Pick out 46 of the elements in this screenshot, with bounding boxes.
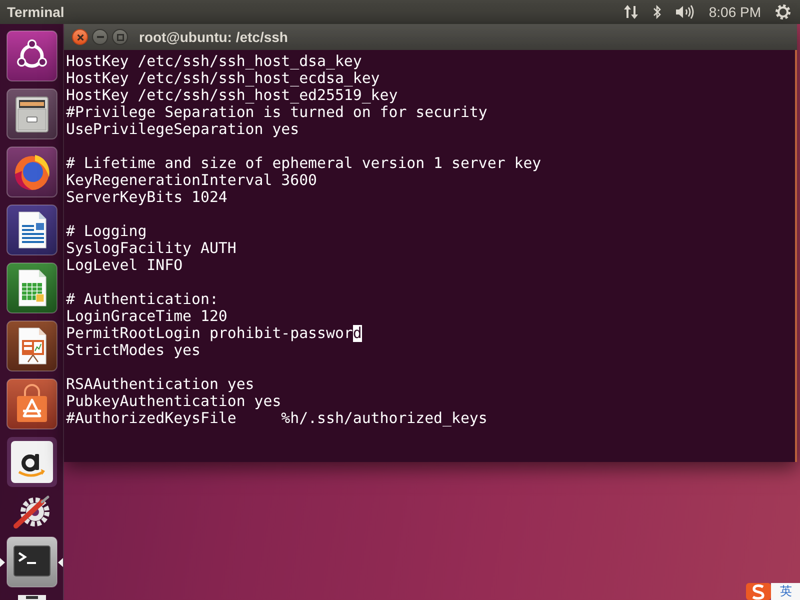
terminal-line: #AuthorizedKeysFile %h/.ssh/authorized_keys <box>66 410 488 427</box>
terminal-line: PermitRootLogin prohibit-password <box>66 325 362 342</box>
terminal-icon <box>6 536 58 588</box>
terminal-line: LoginGraceTime 120 <box>66 308 228 325</box>
input-mode-label[interactable]: 英 <box>771 583 800 600</box>
focus-arrow-icon <box>0 558 5 566</box>
file-cabinet-icon <box>6 88 58 140</box>
window-title: root@ubuntu: /etc/ssh <box>139 29 288 45</box>
terminal-line: PubkeyAuthentication yes <box>66 393 282 410</box>
terminal-line: # Logging <box>66 223 147 240</box>
bluetooth-icon[interactable] <box>652 4 661 20</box>
terminal-line: HostKey /etc/ssh/ssh_host_ed25519_key <box>66 87 398 104</box>
maximize-button[interactable] <box>112 29 128 45</box>
volume-icon[interactable] <box>674 4 695 20</box>
spreadsheet-icon <box>6 262 58 314</box>
terminal-line: SyslogFacility AUTH <box>66 240 236 257</box>
minimize-icon <box>96 36 104 38</box>
close-button[interactable] <box>72 29 88 45</box>
terminal-line: LogLevel INFO <box>66 257 183 274</box>
minimize-button[interactable] <box>92 29 108 45</box>
dash-logo-icon <box>6 30 58 82</box>
terminal-line: #Privilege Separation is turned on for security <box>66 104 488 121</box>
network-icon[interactable] <box>622 4 639 20</box>
terminal-line: KeyRegenerationInterval 3600 <box>66 172 318 189</box>
app-title: Terminal <box>7 4 64 20</box>
letter-a-smile-icon <box>6 436 58 488</box>
close-icon <box>76 34 84 40</box>
terminal-line: HostKey /etc/ssh/ssh_host_dsa_key <box>66 53 362 70</box>
fox-globe-icon <box>6 146 58 198</box>
ime-logo-icon[interactable] <box>746 583 771 600</box>
text-document-icon <box>6 204 58 256</box>
shopping-bag-icon <box>6 378 58 430</box>
terminal-line: RSAAuthentication yes <box>66 376 254 393</box>
settings-icon[interactable] <box>775 4 791 20</box>
terminal-line: HostKey /etc/ssh/ssh_host_ecdsa_key <box>66 70 380 87</box>
terminal-line: UsePrivilegeSeparation yes <box>66 121 300 138</box>
launcher-item[interactable] <box>0 536 63 588</box>
clock[interactable]: 8:06 PM <box>708 4 761 20</box>
terminal-line: # Lifetime and size of ephemeral version 1 server key <box>66 155 542 172</box>
terminal-line: ServerKeyBits 1024 <box>66 189 228 206</box>
scrollbar-indicator[interactable] <box>795 50 797 462</box>
maximize-icon <box>116 34 124 40</box>
terminal-line: # Authentication: <box>66 291 218 308</box>
focus-arrow-icon <box>58 558 63 566</box>
presentation-icon <box>6 320 58 372</box>
terminal-line: StrictModes yes <box>66 342 200 359</box>
